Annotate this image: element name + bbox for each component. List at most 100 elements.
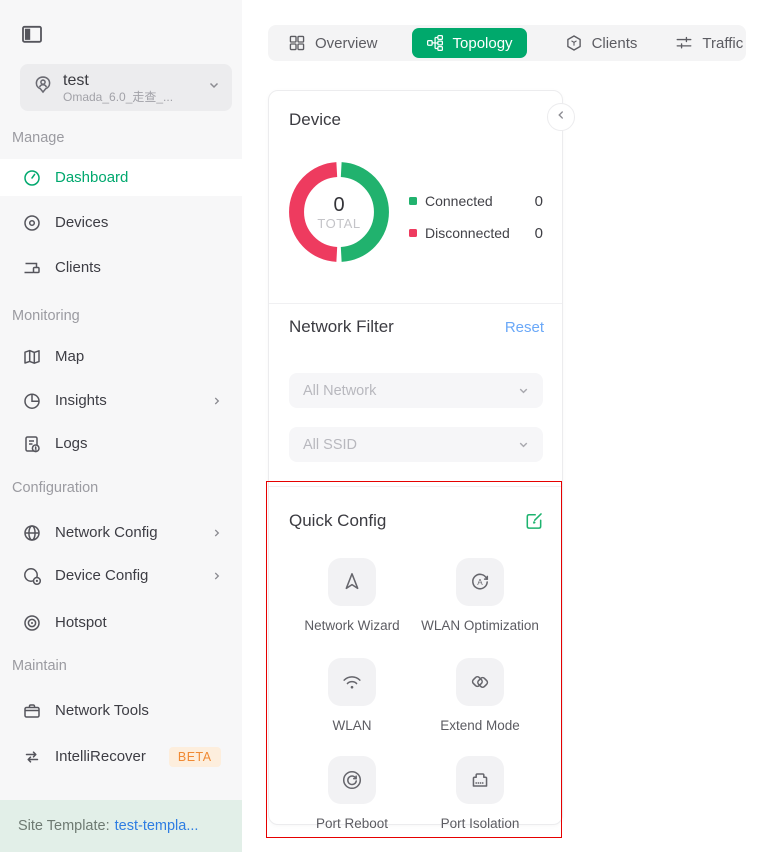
- tab-label: Traffic: [702, 34, 744, 52]
- dashboard-gauge-icon: [22, 168, 42, 188]
- site-template-link[interactable]: test-templa...: [115, 818, 199, 834]
- section-label-manage: Manage: [12, 130, 65, 146]
- sidebar-item-label: Hotspot: [55, 614, 107, 631]
- tab-overview[interactable]: Overview: [288, 34, 378, 52]
- sidebar-collapse-button[interactable]: [20, 22, 44, 46]
- quick-config-title: Quick Config: [289, 510, 387, 530]
- dropdown-value: All SSID: [303, 436, 357, 453]
- sidebar-item-map[interactable]: Map: [0, 338, 242, 375]
- port-isolation-icon: [456, 756, 504, 804]
- port-reboot-icon: [328, 756, 376, 804]
- legend-value: 0: [534, 192, 543, 210]
- traffic-sliders-icon: [675, 34, 693, 52]
- toolbox-icon: [22, 701, 42, 721]
- dropdown-value: All Network: [303, 382, 377, 399]
- topology-side-panel: Device 0 TOTAL Connected 0 Disconnected …: [268, 90, 563, 831]
- section-divider: [269, 303, 562, 304]
- tab-clients[interactable]: Clients: [565, 34, 638, 52]
- section-divider: [269, 486, 562, 487]
- panel-collapse-button[interactable]: [547, 103, 575, 131]
- connected-swatch: [409, 197, 417, 205]
- view-tabbar: Overview Topology Clients Traffic: [268, 25, 746, 61]
- site-subtitle: Omada_6.0_走查_...: [63, 89, 174, 104]
- device-section-title: Device: [289, 110, 341, 129]
- clients-laptop-icon: [22, 258, 42, 278]
- sidebar-item-hotspot[interactable]: Hotspot: [0, 604, 242, 641]
- sidebar-item-dashboard[interactable]: Dashboard: [0, 159, 242, 196]
- site-selector[interactable]: test Omada_6.0_走查_...: [20, 64, 232, 111]
- omada-controller-page: test Omada_6.0_走查_... Manage Dashboard D…: [0, 0, 767, 852]
- device-total-value: 0: [333, 193, 345, 216]
- quick-config-network-wizard[interactable]: Network Wizard: [282, 558, 422, 633]
- legend-row-connected: Connected 0: [409, 185, 543, 217]
- sidebar-item-clients[interactable]: Clients: [0, 249, 242, 286]
- legend-label: Disconnected: [425, 225, 510, 241]
- site-template-footer: Site Template: test-templa...: [0, 800, 242, 852]
- legend-label: Connected: [425, 193, 493, 209]
- edit-icon[interactable]: [523, 510, 544, 531]
- devices-target-icon: [22, 213, 42, 233]
- network-filter-title: Network Filter: [289, 317, 394, 336]
- disconnected-swatch: [409, 229, 417, 237]
- site-pin-icon: [32, 74, 54, 101]
- all-network-dropdown[interactable]: All Network: [289, 373, 543, 408]
- section-label-monitoring: Monitoring: [12, 308, 80, 324]
- quick-config-extend-mode[interactable]: Extend Mode: [410, 658, 550, 733]
- sidebar-item-label: Device Config: [55, 567, 149, 584]
- sidebar-item-label: Dashboard: [55, 169, 129, 186]
- legend-row-disconnected: Disconnected 0: [409, 217, 543, 249]
- topology-icon: [426, 34, 444, 52]
- quick-config-wlan[interactable]: WLAN: [282, 658, 422, 733]
- sidebar-item-label: Insights: [55, 392, 107, 409]
- network-filter-header: Network Filter Reset: [289, 317, 544, 337]
- sidebar-item-insights[interactable]: Insights: [0, 382, 242, 419]
- sidebar-item-intellirecover[interactable]: IntelliRecover BETA: [0, 738, 242, 775]
- wlan-optimization-icon: A: [456, 558, 504, 606]
- device-donut-chart: 0 TOTAL: [289, 162, 389, 262]
- site-info: test Omada_6.0_走查_...: [63, 71, 197, 105]
- donut-center: 0 TOTAL: [289, 162, 389, 262]
- tab-label: Clients: [591, 34, 638, 52]
- chevron-right-icon: [210, 569, 224, 583]
- network-wizard-icon: [328, 558, 376, 606]
- chevron-right-icon: [210, 394, 224, 408]
- wifi-icon: [328, 658, 376, 706]
- sidebar-item-label: IntelliRecover: [55, 748, 146, 765]
- reset-link[interactable]: Reset: [505, 319, 544, 336]
- device-total-label: TOTAL: [317, 215, 361, 231]
- chevron-down-icon: [516, 383, 531, 398]
- sidebar-item-device-config[interactable]: Device Config: [0, 557, 242, 594]
- quick-config-label: WLAN Optimization: [421, 618, 539, 633]
- panel-collapse-icon: [20, 25, 44, 50]
- device-legend: Connected 0 Disconnected 0: [409, 185, 543, 249]
- chevron-down-icon: [206, 77, 222, 98]
- tab-label: Overview: [315, 34, 378, 52]
- sidebar-item-label: Devices: [55, 214, 109, 231]
- sidebar-item-label: Network Tools: [55, 702, 149, 719]
- sidebar-item-network-tools[interactable]: Network Tools: [0, 692, 242, 729]
- tab-label: Topology: [452, 34, 513, 52]
- sidebar-item-logs[interactable]: Logs: [0, 425, 242, 462]
- chevron-down-icon: [516, 437, 531, 452]
- extend-mode-icon: [456, 658, 504, 706]
- quick-config-label: Extend Mode: [440, 718, 520, 733]
- sidebar-item-label: Logs: [55, 435, 88, 452]
- quick-config-label: Port Isolation: [440, 816, 520, 831]
- site-template-label: Site Template:: [18, 818, 110, 834]
- device-config-gear-icon: [22, 566, 42, 586]
- quick-config-label: Network Wizard: [304, 618, 400, 633]
- tab-traffic[interactable]: Traffic: [675, 34, 743, 52]
- all-ssid-dropdown[interactable]: All SSID: [289, 427, 543, 462]
- quick-config-port-reboot[interactable]: Port Reboot: [282, 756, 422, 831]
- sidebar-item-devices[interactable]: Devices: [0, 204, 242, 241]
- sidebar: test Omada_6.0_走查_... Manage Dashboard D…: [0, 0, 242, 852]
- quick-config-wlan-optimization[interactable]: A WLAN Optimization: [410, 558, 550, 633]
- tab-topology[interactable]: Topology: [411, 28, 527, 58]
- chevron-right-icon: [210, 526, 224, 540]
- quick-config-label: Port Reboot: [315, 816, 389, 831]
- map-icon: [22, 347, 42, 367]
- sidebar-item-network-config[interactable]: Network Config: [0, 514, 242, 551]
- sidebar-item-label: Clients: [55, 259, 101, 276]
- quick-config-header: Quick Config: [289, 510, 544, 531]
- quick-config-port-isolation[interactable]: Port Isolation: [410, 756, 550, 831]
